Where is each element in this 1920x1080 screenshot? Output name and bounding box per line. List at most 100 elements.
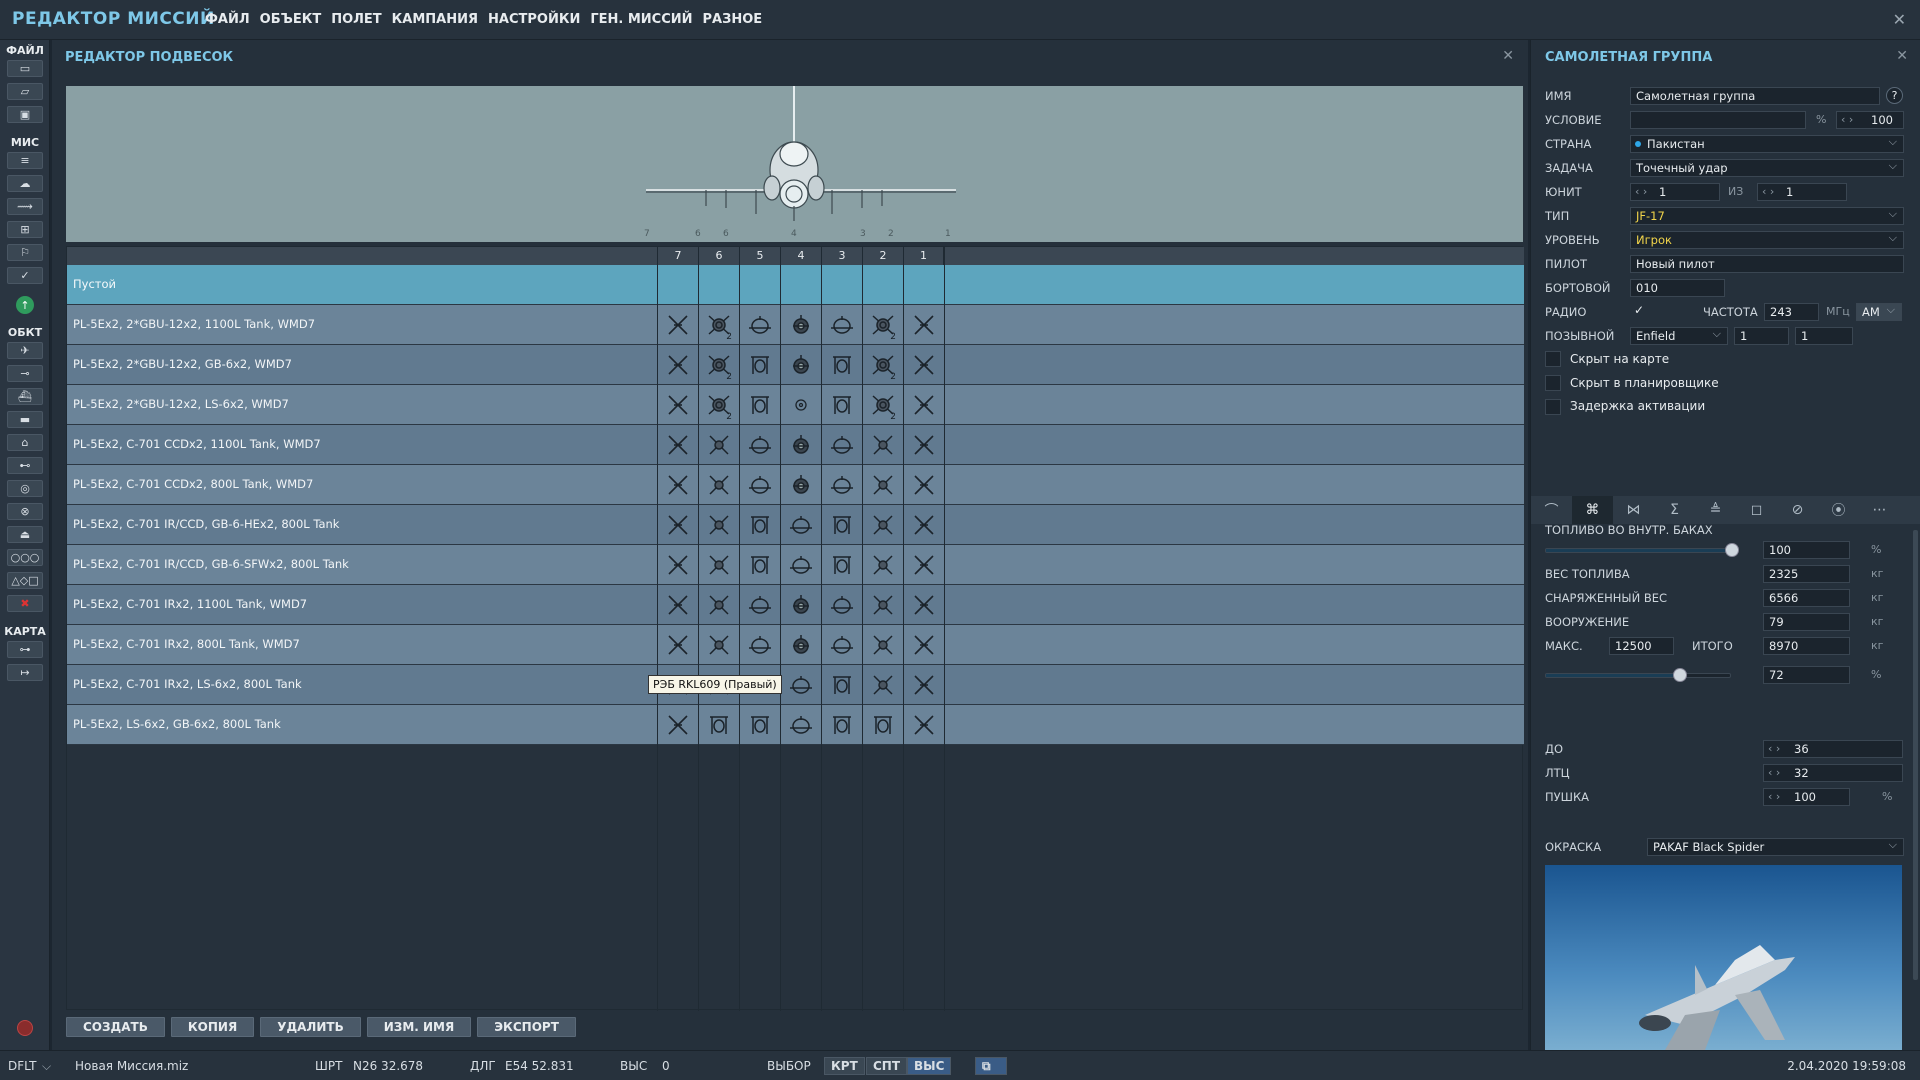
new-file-icon[interactable]: ▭ <box>7 60 43 77</box>
menu-file[interactable]: ФАЙЛ <box>205 12 250 27</box>
chevron-down-icon[interactable]: ⌵ <box>42 1059 51 1074</box>
open-folder-icon[interactable]: ▱ <box>7 83 43 100</box>
station-cell[interactable] <box>821 705 862 745</box>
fuel-weight-field[interactable]: 2325 <box>1763 565 1850 583</box>
station-cell[interactable] <box>903 545 944 585</box>
static-object-icon[interactable]: ⊷ <box>7 457 43 474</box>
loadout-row[interactable]: PL-5Ex2, C-701 IRx2, 800L Tank, WMD7 <box>67 625 1524 665</box>
payload-icon[interactable]: ⌘ <box>1572 496 1613 524</box>
loadout-row[interactable]: PL-5Ex2, C-701 IR/CCD, GB-6-HEx2, 800L T… <box>67 505 1524 545</box>
loadout-row[interactable]: PL-5Ex2, 2*GBU-12x2, 1100L Tank, WMD7 2 2 <box>67 305 1524 345</box>
station-cell[interactable] <box>862 625 903 665</box>
targets-icon[interactable]: ⋈ <box>1613 496 1654 524</box>
station-cell[interactable] <box>657 305 698 345</box>
no-entry-icon[interactable]: ⊘ <box>1777 496 1818 524</box>
ship-icon[interactable]: ⛴ <box>7 388 43 405</box>
tail-number-field[interactable]: 010 <box>1630 279 1725 297</box>
check-icon[interactable]: ✓ <box>7 267 43 284</box>
ruler-icon[interactable]: ↦ <box>7 664 43 681</box>
station-cell[interactable] <box>821 585 862 625</box>
stepper-arrows-icon[interactable]: ‹ › <box>1635 185 1647 198</box>
station-cell[interactable] <box>739 305 780 345</box>
station-cell[interactable] <box>739 465 780 505</box>
station-cell[interactable] <box>657 625 698 665</box>
station-cell[interactable]: 2 <box>862 345 903 385</box>
station-cell[interactable] <box>862 265 903 305</box>
square-icon[interactable]: ◻ <box>1736 496 1777 524</box>
save-icon[interactable]: ▣ <box>7 106 43 123</box>
station-cell[interactable] <box>698 625 739 665</box>
satellite-mode-button[interactable]: СПТ <box>866 1057 908 1075</box>
station-cell[interactable] <box>821 385 862 425</box>
station-cell[interactable] <box>739 425 780 465</box>
station-cell[interactable] <box>780 665 821 705</box>
station-cell[interactable] <box>657 585 698 625</box>
fuel-slider[interactable] <box>1545 543 1739 557</box>
stepper-arrows-icon[interactable]: ‹ › <box>1768 766 1780 779</box>
station-cell[interactable] <box>821 465 862 505</box>
station-cell[interactable] <box>862 425 903 465</box>
station-cell[interactable]: 2 <box>862 305 903 345</box>
map-layer-icon[interactable]: ⧉ <box>975 1057 1007 1075</box>
station-cell[interactable] <box>657 265 698 305</box>
close-icon[interactable]: ✕ <box>1502 48 1514 64</box>
station-cell[interactable] <box>657 505 698 545</box>
station-cell[interactable] <box>657 545 698 585</box>
station-cell[interactable] <box>821 545 862 585</box>
station-cell[interactable] <box>862 465 903 505</box>
station-cell[interactable] <box>698 505 739 545</box>
station-cell[interactable] <box>821 425 862 465</box>
station-cell[interactable] <box>698 425 739 465</box>
station-cell[interactable]: 2 <box>698 345 739 385</box>
station-cell[interactable] <box>862 665 903 705</box>
loadout-row[interactable]: PL-5Ex2, C-701 CCDx2, 1100L Tank, WMD7 <box>67 425 1524 465</box>
pilot-field[interactable]: Новый пилот <box>1630 255 1904 273</box>
loadout-row[interactable]: PL-5Ex2, C-701 CCDx2, 800L Tank, WMD7 <box>67 465 1524 505</box>
stepper-arrows-icon[interactable]: ‹ › <box>1762 185 1774 198</box>
station-cell[interactable] <box>698 465 739 505</box>
airfield-icon[interactable]: ⏏ <box>7 526 43 543</box>
summary-icon[interactable]: Σ <box>1654 496 1695 524</box>
loadout-row[interactable]: PL-5Ex2, 2*GBU-12x2, GB-6x2, WMD7 2 2 <box>67 345 1524 385</box>
menu-campaign[interactable]: КАМПАНИЯ <box>392 12 478 27</box>
group-icon[interactable]: ○○○ <box>7 549 43 566</box>
station-cell[interactable] <box>821 665 862 705</box>
station-cell[interactable] <box>739 505 780 545</box>
station-cell[interactable] <box>780 385 821 425</box>
station-cell[interactable] <box>739 265 780 305</box>
load-slider-knob[interactable] <box>1672 668 1687 682</box>
station-cell[interactable] <box>903 385 944 425</box>
station-cell[interactable] <box>903 505 944 545</box>
station-cell[interactable] <box>780 465 821 505</box>
create-button[interactable]: СОЗДАТЬ <box>66 1017 165 1037</box>
station-cell[interactable] <box>780 545 821 585</box>
briefing-icon[interactable]: ≡ <box>7 152 43 169</box>
station-cell[interactable] <box>739 705 780 745</box>
help-icon[interactable]: ? <box>1886 87 1903 104</box>
station-cell[interactable]: 2 <box>862 385 903 425</box>
station-cell[interactable] <box>657 385 698 425</box>
station-cell[interactable] <box>903 465 944 505</box>
station-cell[interactable] <box>780 305 821 345</box>
station-cell[interactable] <box>903 265 944 305</box>
menu-settings[interactable]: НАСТРОЙКИ <box>488 12 580 27</box>
target-icon[interactable]: ⊗ <box>7 503 43 520</box>
station-cell[interactable] <box>780 705 821 745</box>
record-icon[interactable] <box>17 1020 33 1036</box>
flags-icon[interactable]: ⚐ <box>7 244 43 261</box>
station-cell[interactable] <box>903 585 944 625</box>
station-cell[interactable]: 2 <box>698 385 739 425</box>
loadout-row[interactable]: PL-5Ex2, C-701 IRx2, LS-6x2, 800L Tank <box>67 665 1524 705</box>
station-cell[interactable] <box>821 625 862 665</box>
station-cell[interactable] <box>903 345 944 385</box>
modulation-dropdown[interactable]: AM <box>1856 303 1902 321</box>
menu-misc[interactable]: РАЗНОЕ <box>703 12 763 27</box>
station-cell[interactable] <box>903 705 944 745</box>
menu-flight[interactable]: ПОЛЕТ <box>331 12 381 27</box>
chaff-stepper[interactable]: 36 <box>1763 740 1903 758</box>
station-cell[interactable] <box>657 705 698 745</box>
delete-icon[interactable]: ✖ <box>7 595 43 612</box>
late-activation-checkbox[interactable] <box>1545 399 1561 415</box>
station-cell[interactable] <box>862 505 903 545</box>
frequency-field[interactable]: 243 <box>1764 303 1819 321</box>
